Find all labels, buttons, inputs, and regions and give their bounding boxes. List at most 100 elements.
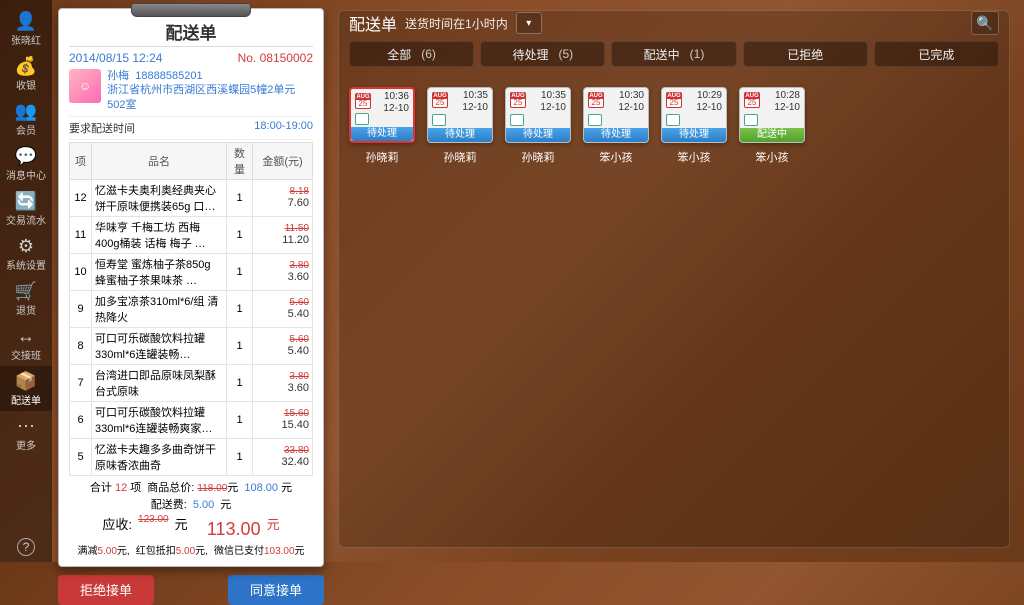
tab-count: (5) [558,47,573,61]
sidebar-item-2[interactable]: 👥 会员 [0,96,52,141]
customer-block: ☺ 孙梅 18888585201 浙江省杭州市西湖区西溪蝶园5幢2单元502室 [69,69,313,112]
sidebar-item-8[interactable]: 📦配送单 [0,366,52,411]
status-badge: 配送中 [740,128,804,142]
table-row: 10恒寿堂 蜜炼柚子茶850g 蜂蜜柚子茶果味茶 …13.803.60 [70,253,313,290]
table-row: 11华味亨 千梅工坊 西梅 400g桶装 话梅 梅子 …111.5011.20 [70,216,313,253]
tab-label: 待处理 [512,46,548,63]
sidebar-label: 张晓红 [11,32,41,47]
sidebar-item-1[interactable]: 💰收银 [0,51,52,96]
status-badge: 待处理 [506,128,570,142]
tab-count: (6) [421,47,436,61]
sidebar-item-5[interactable]: ⚙系统设置 [0,231,52,276]
status-badge: 待处理 [428,128,492,142]
tab-0[interactable]: 全部(6) [349,41,474,67]
sidebar-item-3[interactable]: 💬 消息中心 [0,141,52,186]
customer-address: 浙江省杭州市西湖区西溪蝶园5幢2单元502室 [107,83,313,112]
order-card[interactable]: AUG2510:3612-10待处理孙晓莉 [349,87,415,165]
card-customer-name: 笨小孩 [756,149,789,165]
table-row: 8可口可乐碳酸饮料拉罐330ml*6连罐装畅…15.605.40 [70,327,313,364]
tab-1[interactable]: 待处理 (5) [480,41,605,67]
card-customer-name: 笨小孩 [600,149,633,165]
sidebar-icon: ↔ [17,327,35,345]
card-customer-name: 孙晓莉 [366,149,399,165]
calendar-icon: AUG25 [510,92,526,108]
card-time: 10:28 [775,90,800,101]
reject-button[interactable]: 拒绝接单 [58,575,154,605]
sidebar-icon: 👤 [15,12,37,30]
ticket-actions: 拒绝接单 同意接单 [58,575,324,605]
sidebar-label: 系统设置 [6,257,46,272]
order-ticket: 配送单 2014/08/15 12:24 No. 08150002 ☺ 孙梅 1… [58,8,324,567]
tab-2[interactable]: 配送中(1) [611,41,736,67]
card-date: 12-10 [462,102,488,113]
avatar-icon: ☺ [69,69,101,103]
payment-icon [510,114,524,126]
sidebar-label: 交易流水 [6,212,46,227]
sidebar-item-7[interactable]: ↔ 交接班 [0,321,52,366]
status-tabs: 全部(6) 待处理 (5) 配送中(1) 已拒绝 已完成 [349,41,999,67]
customer-name-phone: 孙梅 18888585201 [107,69,313,83]
calendar-icon: AUG25 [355,93,371,109]
card-date: 12-10 [774,102,800,113]
table-row: 5忆滋卡夫趣多多曲奇饼干 原味香浓曲奇133.8032.40 [70,438,313,475]
sidebar-icon: 💰 [15,57,37,75]
sidebar-icon: 🔄 [15,192,37,210]
table-row: 6可口可乐碳酸饮料拉罐330ml*6连罐装畅爽家…115.6015.40 [70,401,313,438]
tab-label: 已拒绝 [787,46,823,63]
card-time: 10:36 [384,91,409,102]
sidebar-icon: 👥 [15,102,37,120]
order-card[interactable]: AUG25 10:3012-10 待处理笨小孩 [583,87,649,165]
tab-4[interactable]: 已完成 [874,41,999,67]
th-amt: 金额(元) [253,142,313,179]
sidebar-label: 会员 [16,122,36,137]
accept-button[interactable]: 同意接单 [228,575,324,605]
totals-block: 合计 12 项 商品总价: 118.00元 108.00 元 配送费: 5.00… [69,476,313,560]
card-date: 12-10 [618,102,644,113]
sidebar-item-9[interactable]: ⋯ 更多 [0,411,52,456]
sidebar-item-0[interactable]: 👤 张晓红 [0,6,52,51]
time-filter-dropdown[interactable]: ▾ [516,12,542,34]
order-card[interactable]: AUG2510:3512-10待处理孙晓莉 [505,87,571,165]
order-cards: AUG2510:3612-10待处理孙晓莉AUG2510:3512-10待处理孙… [349,87,999,165]
items-tbody: 12忆滋卡夫奥利奥经典夹心饼干原味便携装65g 口…18.187.6011华味亨… [70,179,313,475]
card-date: 12-10 [696,102,722,113]
calendar-icon: AUG25 [666,92,682,108]
payment-icon [355,113,369,125]
sidebar-item-4[interactable]: 🔄 交易流水 [0,186,52,231]
sidebar-label: 消息中心 [6,167,46,182]
card-customer-name: 笨小孩 [678,149,711,165]
payment-icon [588,114,602,126]
order-card[interactable]: AUG2510:3512-10待处理孙晓莉 [427,87,493,165]
sidebar-icon: 💬 [15,147,37,165]
table-row: 12忆滋卡夫奥利奥经典夹心饼干原味便携装65g 口…18.187.60 [70,179,313,216]
calendar-icon: AUG25 [432,92,448,108]
card-date: 12-10 [383,103,409,114]
order-card[interactable]: AUG2510:2812-10配送中笨小孩 [739,87,805,165]
calendar-icon: AUG25 [588,92,604,108]
main-area: 配送单 送货时间在1小时内 ▾ 🔍 全部(6)待处理(5)配送中(1)已拒绝已完… [332,0,1024,562]
help-button[interactable]: ? [0,532,52,562]
search-button[interactable]: 🔍 [971,11,999,35]
order-card[interactable]: AUG2510:2912-10待处理笨小孩 [661,87,727,165]
th-name: 品名 [92,142,227,179]
table-row: 9加多宝凉茶310ml*6/组 清热降火15.605.40 [70,290,313,327]
tab-3[interactable]: 已拒绝 [743,41,868,67]
tab-count: (1) [690,47,705,61]
th-idx: 项 [70,142,92,179]
status-badge: 待处理 [584,128,648,142]
clipboard-clip-icon [131,3,251,17]
th-qty: 数量 [227,142,253,179]
help-icon: ? [17,538,35,556]
card-customer-name: 孙晓莉 [444,149,477,165]
payment-icon [666,114,680,126]
card-time: 10:30 [619,90,644,101]
sidebar-label: 更多 [16,437,36,452]
sidebar-item-6[interactable]: 🛒退货 [0,276,52,321]
card-time: 10:29 [697,90,722,101]
ticket-meta: 2014/08/15 12:24 No. 08150002 [69,51,313,65]
page-title: 配送单 [349,11,397,35]
items-table: 项 品名 数量 金额(元) 12忆滋卡夫奥利奥经典夹心饼干原味便携装65g 口…… [69,142,313,476]
sidebar-icon: ⋯ [17,417,35,435]
card-customer-name: 孙晓莉 [522,149,555,165]
sidebar-label: 交接班 [11,347,41,362]
